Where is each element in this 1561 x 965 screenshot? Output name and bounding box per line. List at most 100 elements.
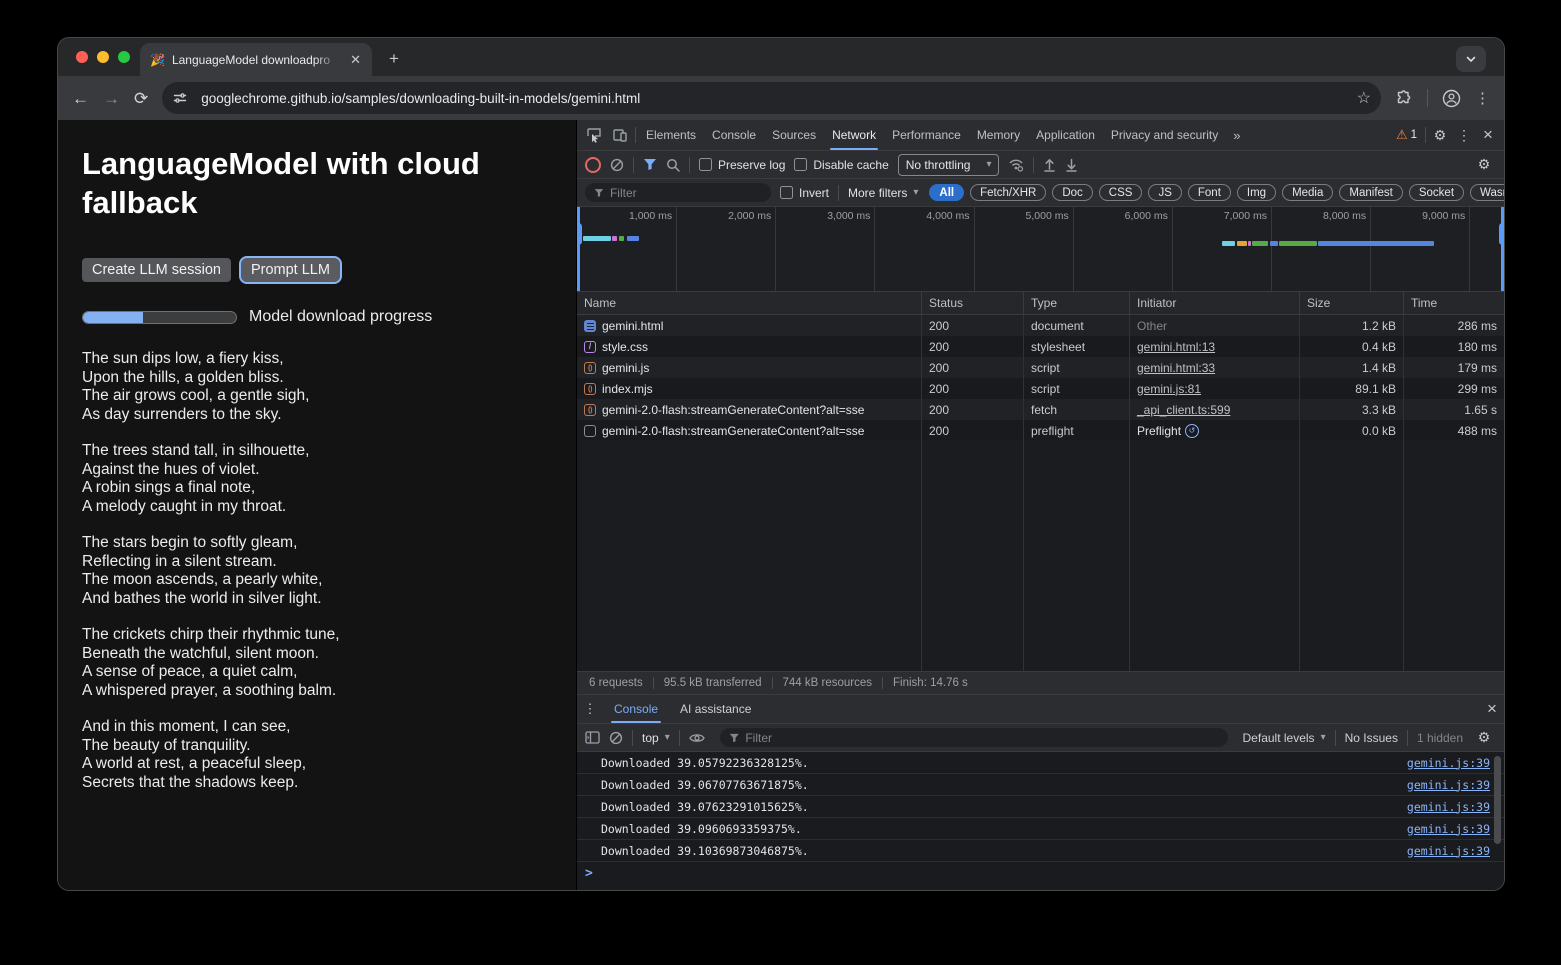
devtools-tab-memory[interactable]: Memory xyxy=(969,120,1028,150)
create-llm-session-button[interactable]: Create LLM session xyxy=(82,258,231,282)
site-settings-icon[interactable] xyxy=(168,86,192,110)
filter-chip-media[interactable]: Media xyxy=(1282,184,1333,201)
devtools-tab-network[interactable]: Network xyxy=(824,120,884,150)
network-request-row[interactable]: /style.css200stylesheetgemini.html:130.4… xyxy=(577,336,1504,357)
console-message-source-link[interactable]: gemini.js:39 xyxy=(1407,800,1490,814)
preserve-log-checkbox[interactable]: Preserve log xyxy=(699,158,785,172)
reload-icon[interactable]: ⟳ xyxy=(134,90,148,107)
network-request-row[interactable]: gemini-2.0-flash:streamGenerateContent?a… xyxy=(577,420,1504,441)
column-header-status[interactable]: Status xyxy=(922,292,1024,314)
timeline-right-handle[interactable] xyxy=(1501,207,1504,291)
column-header-type[interactable]: Type xyxy=(1024,292,1130,314)
url-text[interactable]: googlechrome.github.io/samples/downloadi… xyxy=(201,91,1347,106)
network-filter-input[interactable] xyxy=(610,186,762,200)
request-initiator-link[interactable]: gemini.html:13 xyxy=(1137,340,1215,354)
console-filter-input[interactable] xyxy=(745,731,1218,745)
filter-chip-fetch-xhr[interactable]: Fetch/XHR xyxy=(970,184,1046,201)
filter-chip-css[interactable]: CSS xyxy=(1099,184,1143,201)
console-scrollbar-thumb[interactable] xyxy=(1494,756,1501,844)
devtools-settings-gear-icon[interactable]: ⚙ xyxy=(1428,120,1452,150)
prompt-llm-button[interactable]: Prompt LLM xyxy=(241,258,340,282)
checkbox-box[interactable] xyxy=(699,158,712,171)
filter-chip-doc[interactable]: Doc xyxy=(1052,184,1092,201)
issues-warning-badge[interactable]: ⚠ 1 xyxy=(1390,120,1423,150)
filter-chip-socket[interactable]: Socket xyxy=(1409,184,1464,201)
devtools-tab-performance[interactable]: Performance xyxy=(884,120,969,150)
console-message-row[interactable]: Downloaded 39.06707763671875%.gemini.js:… xyxy=(577,774,1504,796)
devtools-menu-kebab-icon[interactable]: ⋮ xyxy=(1452,120,1476,150)
tab-close-icon[interactable]: ✕ xyxy=(347,52,364,67)
network-request-row[interactable]: ()index.mjs200scriptgemini.js:8189.1 kB2… xyxy=(577,378,1504,399)
back-icon[interactable]: ← xyxy=(72,90,89,107)
column-header-name[interactable]: Name xyxy=(577,292,922,314)
timeline-left-handle[interactable] xyxy=(577,207,580,291)
import-har-icon[interactable] xyxy=(1043,158,1056,172)
drawer-close-icon[interactable]: × xyxy=(1480,695,1504,723)
request-initiator-link[interactable]: gemini.html:33 xyxy=(1137,361,1215,375)
console-message-row[interactable]: Downloaded 39.0960693359375%.gemini.js:3… xyxy=(577,818,1504,840)
console-settings-gear-icon[interactable]: ⚙ xyxy=(1472,729,1496,746)
extensions-puzzle-icon[interactable] xyxy=(1395,89,1413,107)
network-request-row[interactable]: ()gemini-2.0-flash:streamGenerateContent… xyxy=(577,399,1504,420)
devtools-tab-privacy-and-security[interactable]: Privacy and security xyxy=(1103,120,1226,150)
hidden-messages-count[interactable]: 1 hidden xyxy=(1417,731,1463,745)
filter-chip-all[interactable]: All xyxy=(929,184,964,201)
column-header-initiator[interactable]: Initiator xyxy=(1130,292,1300,314)
devtools-tab-application[interactable]: Application xyxy=(1028,120,1103,150)
network-request-row[interactable]: ()gemini.js200scriptgemini.html:331.4 kB… xyxy=(577,357,1504,378)
request-initiator-link[interactable]: _api_client.ts:599 xyxy=(1137,403,1230,417)
request-initiator-link[interactable]: gemini.js:81 xyxy=(1137,382,1201,396)
checkbox-box[interactable] xyxy=(780,186,793,199)
console-sidebar-icon[interactable] xyxy=(585,731,600,744)
throttling-dropdown[interactable]: No throttling ▾ xyxy=(898,154,1000,176)
close-window-button[interactable] xyxy=(76,51,88,63)
minimize-window-button[interactable] xyxy=(97,51,109,63)
device-toolbar-icon[interactable] xyxy=(607,120,633,150)
filter-funnel-icon[interactable] xyxy=(643,158,657,171)
console-message-source-link[interactable]: gemini.js:39 xyxy=(1407,844,1490,858)
browser-tab[interactable]: 🎉 LanguageModel downloadpro ✕ xyxy=(140,43,372,76)
default-levels-dropdown[interactable]: Default levels ▾ xyxy=(1243,731,1326,745)
maximize-window-button[interactable] xyxy=(118,51,130,63)
devtools-tab-sources[interactable]: Sources xyxy=(764,120,824,150)
console-message-source-link[interactable]: gemini.js:39 xyxy=(1407,778,1490,792)
more-filters-dropdown[interactable]: More filters ▾ xyxy=(848,186,918,200)
column-header-time[interactable]: Time xyxy=(1404,292,1504,314)
console-message-row[interactable]: Downloaded 39.07623291015625%.gemini.js:… xyxy=(577,796,1504,818)
column-header-size[interactable]: Size xyxy=(1300,292,1404,314)
more-tabs-icon[interactable]: » xyxy=(1226,120,1247,150)
filter-chip-font[interactable]: Font xyxy=(1188,184,1231,201)
checkbox-box[interactable] xyxy=(794,158,807,171)
devtools-tab-console[interactable]: Console xyxy=(704,120,764,150)
network-settings-gear-icon[interactable]: ⚙ xyxy=(1472,156,1496,173)
record-network-log-icon[interactable] xyxy=(585,157,601,173)
console-message-row[interactable]: Downloaded 39.10369873046875%.gemini.js:… xyxy=(577,840,1504,862)
disable-cache-checkbox[interactable]: Disable cache xyxy=(794,158,888,172)
console-prompt-row[interactable]: > xyxy=(577,862,1504,884)
live-expression-eye-icon[interactable] xyxy=(689,732,705,744)
filter-chip-js[interactable]: JS xyxy=(1148,184,1181,201)
drawer-menu-kebab-icon[interactable]: ⋮ xyxy=(577,695,603,723)
bookmark-star-icon[interactable]: ☆ xyxy=(1357,88,1371,108)
new-tab-button[interactable]: + xyxy=(380,45,408,73)
devtools-close-icon[interactable]: × xyxy=(1476,120,1500,150)
network-timeline-overview[interactable]: 1,000 ms2,000 ms3,000 ms4,000 ms5,000 ms… xyxy=(577,206,1504,292)
clear-console-icon[interactable] xyxy=(609,731,623,745)
console-message-source-link[interactable]: gemini.js:39 xyxy=(1407,756,1490,770)
inspect-element-icon[interactable] xyxy=(581,120,607,150)
browser-menu-kebab-icon[interactable]: ⋮ xyxy=(1475,91,1490,106)
filter-chip-manifest[interactable]: Manifest xyxy=(1339,184,1402,201)
network-conditions-icon[interactable] xyxy=(1008,158,1024,172)
profile-avatar-icon[interactable] xyxy=(1442,89,1461,108)
clear-network-log-icon[interactable] xyxy=(610,158,624,172)
export-har-icon[interactable] xyxy=(1065,158,1078,172)
console-message-source-link[interactable]: gemini.js:39 xyxy=(1407,822,1490,836)
devtools-tab-elements[interactable]: Elements xyxy=(638,120,704,150)
filter-chip-img[interactable]: Img xyxy=(1237,184,1276,201)
issues-status[interactable]: No Issues xyxy=(1345,731,1398,745)
invert-checkbox[interactable]: Invert xyxy=(780,186,829,200)
address-bar[interactable]: googlechrome.github.io/samples/downloadi… xyxy=(162,82,1381,114)
tab-search-chevron-icon[interactable] xyxy=(1456,46,1486,72)
drawer-tab-console[interactable]: Console xyxy=(603,695,669,723)
filter-chip-wasm[interactable]: Wasm xyxy=(1470,184,1504,201)
